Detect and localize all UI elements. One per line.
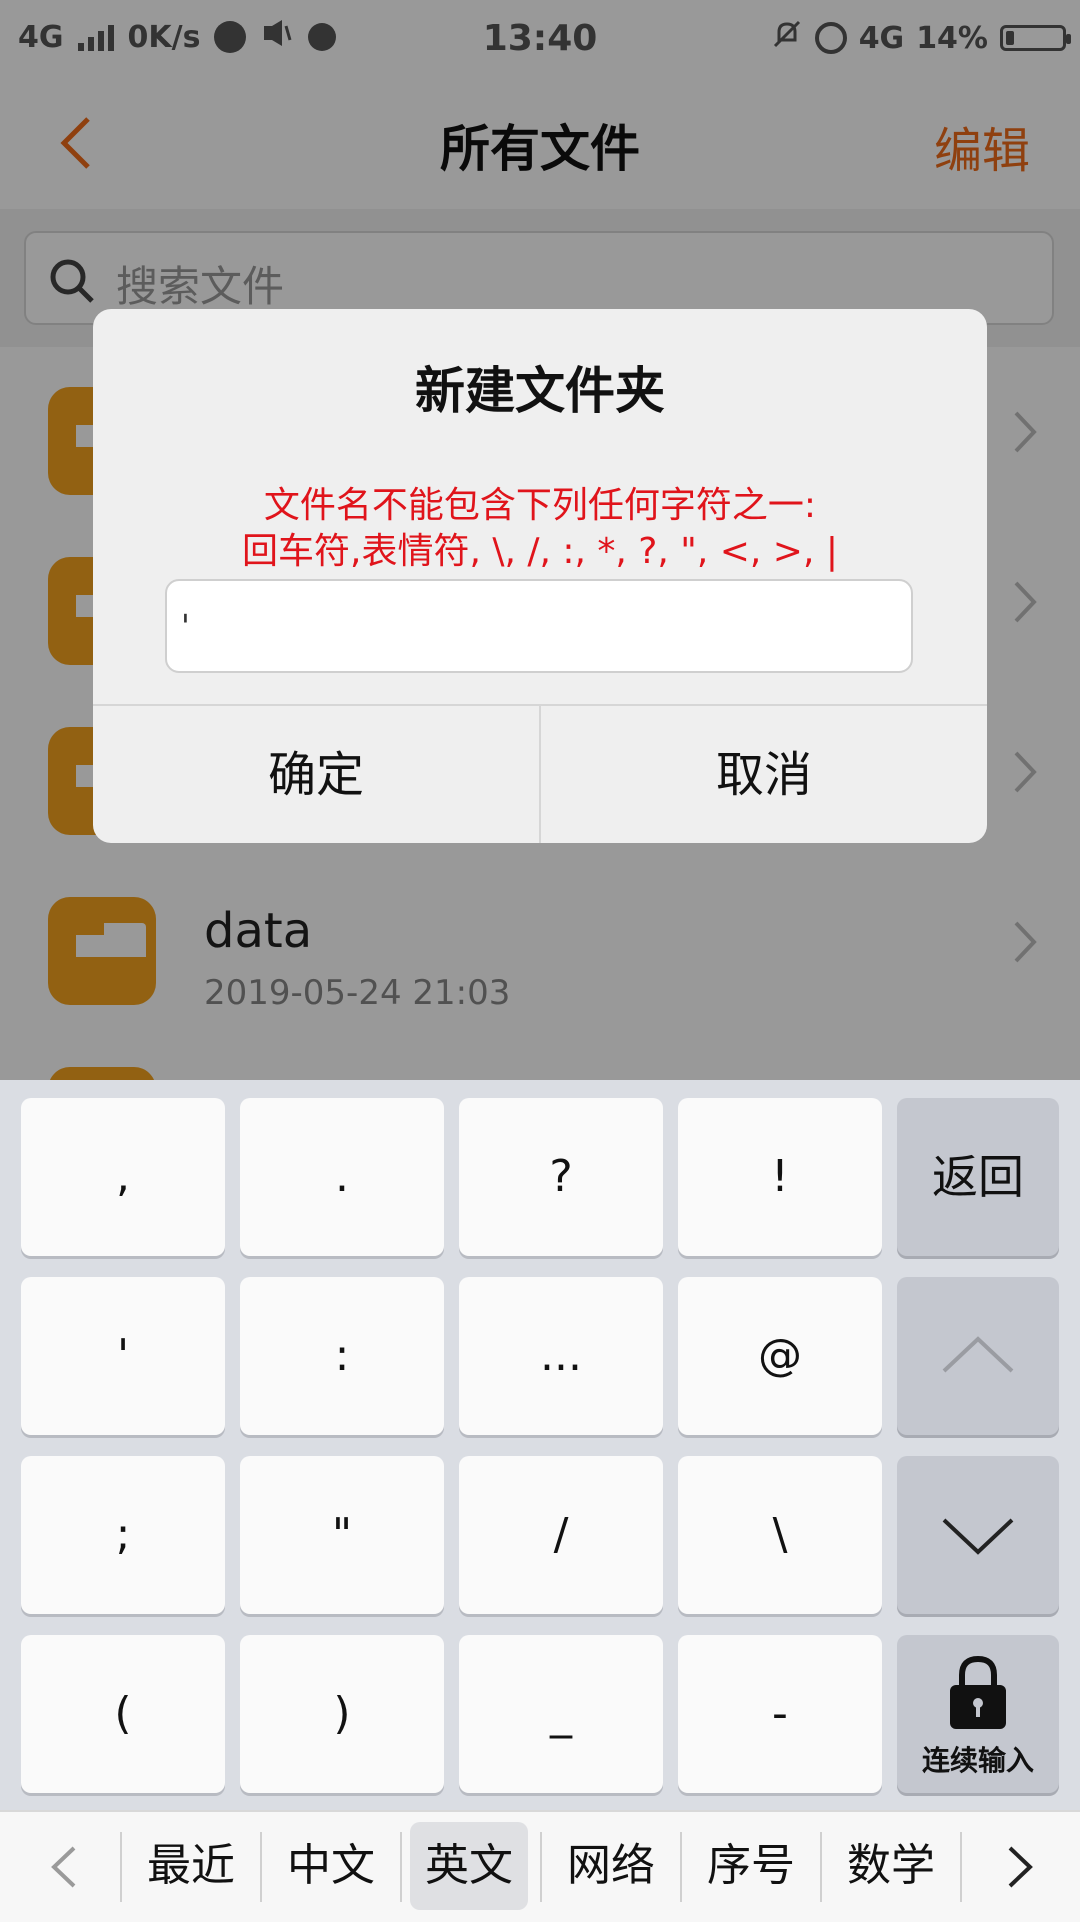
page-down-key[interactable]: [897, 1456, 1059, 1614]
key[interactable]: ...: [459, 1277, 663, 1435]
dialog-buttons: 确定 取消: [93, 704, 987, 843]
dialog-title: 新建文件夹: [415, 362, 665, 420]
key[interactable]: ;: [21, 1456, 225, 1614]
new-folder-dialog: 新建文件夹 文件名不能包含下列任何字符之一: 回车符,表情符, \, /, :,…: [93, 309, 987, 843]
key[interactable]: @: [678, 1277, 882, 1435]
chevron-left-icon[interactable]: [44, 1842, 84, 1892]
key[interactable]: ,: [21, 1098, 225, 1256]
confirm-button[interactable]: 确定: [93, 706, 541, 843]
folder-name-input[interactable]: [165, 579, 913, 673]
key[interactable]: ': [21, 1277, 225, 1435]
category-english[interactable]: 英文: [410, 1822, 528, 1910]
key[interactable]: (: [21, 1635, 225, 1793]
chevron-down-icon: [942, 1518, 1014, 1555]
return-key[interactable]: 返回: [897, 1098, 1059, 1256]
category-math[interactable]: 数学: [822, 1822, 960, 1910]
key[interactable]: _: [459, 1635, 663, 1793]
key[interactable]: ": [240, 1456, 444, 1614]
chevron-up-icon: [942, 1336, 1014, 1373]
warning-line-1: 文件名不能包含下列任何字符之一:: [263, 485, 817, 526]
divider: [960, 1832, 962, 1902]
key[interactable]: ?: [459, 1098, 663, 1256]
chevron-right-icon[interactable]: [1000, 1842, 1040, 1892]
category-chinese[interactable]: 中文: [262, 1822, 400, 1910]
category-sequence[interactable]: 序号: [682, 1822, 820, 1910]
key[interactable]: /: [459, 1456, 663, 1614]
category-network[interactable]: 网络: [542, 1822, 680, 1910]
symbol-category-bar: 最近 中文 英文 网络 序号 数学: [0, 1810, 1080, 1922]
category-recent[interactable]: 最近: [122, 1822, 260, 1910]
continuous-input-key[interactable]: 连续输入: [897, 1635, 1059, 1793]
dialog-warning: 文件名不能包含下列任何字符之一: 回车符,表情符, \, /, :, *, ?,…: [93, 483, 987, 575]
key[interactable]: \: [678, 1456, 882, 1614]
warning-line-2: 回车符,表情符, \, /, :, *, ?, ", <, >, |: [242, 531, 838, 572]
symbol-keyboard: , . ? ! 返回 ' : ... @ ; " / \ ( ) _ - 连续输…: [0, 1080, 1080, 1810]
key[interactable]: ): [240, 1635, 444, 1793]
key[interactable]: :: [240, 1277, 444, 1435]
divider: [400, 1832, 402, 1902]
lock-icon: [950, 1655, 1006, 1729]
key[interactable]: !: [678, 1098, 882, 1256]
key[interactable]: -: [678, 1635, 882, 1793]
continuous-input-label: 连续输入: [921, 1744, 1034, 1777]
cancel-button[interactable]: 取消: [541, 706, 987, 843]
page-up-key[interactable]: [897, 1277, 1059, 1435]
key[interactable]: .: [240, 1098, 444, 1256]
